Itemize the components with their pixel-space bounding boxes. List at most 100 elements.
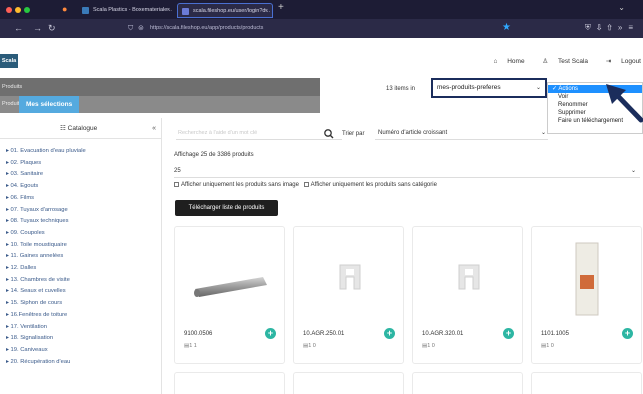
lock-icon: ⊜ [138,25,144,32]
reload-icon[interactable]: ↻ [48,23,56,34]
add-to-list-button[interactable]: + [503,328,514,339]
product-card[interactable]: 10.AGR.320.01 ▤1 0 + [412,226,523,364]
tab-close-icon[interactable]: × [167,3,170,18]
filter-checkboxes: Afficher uniquement les produits sans im… [174,182,437,188]
forward-icon[interactable]: → [33,23,42,33]
site-logo[interactable]: Scala [0,54,18,68]
items-count-label: 13 items in [386,86,416,92]
browser-toolbar: ← → ↻ ⛉ ⊜ https://scala.fileshop.eu/app/… [0,19,643,38]
product-card[interactable] [174,372,285,394]
bookmark-star-icon[interactable]: ★ [502,22,511,33]
product-meta: ▤1 0 [422,343,435,349]
tab-label: scala.fileshop.eu/user/login?d... [193,8,271,14]
maximize-window-button[interactable] [24,7,30,13]
sidebar-item-category[interactable]: 15. Siphon de cours [6,298,86,310]
url-bar[interactable]: ⛉ ⊜ https://scala.fileshop.eu/app/produc… [126,22,541,35]
collapse-sidebar-icon[interactable]: « [152,118,156,139]
sidebar-item-category[interactable]: 14. Seaux et cuvelles [6,286,86,298]
sort-value: Numéro d'article croissant [378,130,448,136]
tab-label: Scala Plastics - Boxemateriale... [93,7,172,13]
toolbar-extensions-icon[interactable]: ⛨⇩⇧»≡ [585,23,639,33]
product-meta: ▤1 0 [541,343,554,349]
sidebar-item-category[interactable]: 19. Caniveaux [6,345,86,357]
product-main: Recherchez à l'aide d'un mot clé Trier p… [168,118,643,394]
product-image-clip [339,264,361,290]
user-link[interactable]: ♙ Test Scala [534,58,588,65]
browser-tab-1[interactable]: Scala Plastics - Boxemateriale... × [78,3,174,18]
sidebar-title: ☷ Catalogue [60,125,98,132]
sidebar-item-category[interactable]: 16.Fenêtres de toiture [6,310,86,322]
logout-icon: ⇥ [605,58,612,65]
sidebar-item-category[interactable]: 10. Toile moustiquaire [6,240,86,252]
add-to-list-button[interactable]: + [384,328,395,339]
sidebar-item-category[interactable]: 07. Tuyaux d'arrosage [6,205,86,217]
product-meta: ▤1 1 [184,343,197,349]
selection-list-select[interactable]: mes-produits-preferes ⌄ [431,78,547,98]
product-image-tube [194,277,267,297]
site-header: Scala ⌂ Home ♙ Test Scala ⇥ Logout [0,38,643,78]
product-card[interactable] [531,372,642,394]
catalogue-sidebar: ☷ Catalogue « 01. Evacuation d'eau pluvi… [0,118,162,394]
firefox-icon: ● [62,4,68,14]
sidebar-item-category[interactable]: 08. Tuyaux techniques [6,216,86,228]
product-sku: 1101.1005 [541,331,569,337]
search-icon[interactable] [320,128,340,140]
sidebar-item-category[interactable]: 13. Chambres de visite [6,275,86,287]
browser-titlebar: ● Scala Plastics - Boxemateriale... × sc… [0,0,643,19]
tab-list-chevron-icon[interactable]: ⌄ [618,3,625,12]
url-text: https://scala.fileshop.eu/app/products/p… [150,25,264,31]
product-sku: 10.AGR.250.01 [303,331,345,337]
product-sku: 10.AGR.320.01 [422,331,464,337]
product-meta: ▤1 0 [303,343,316,349]
product-card[interactable] [293,372,404,394]
add-to-list-button[interactable]: + [622,328,633,339]
product-card[interactable] [412,372,523,394]
tab-mes-selections[interactable]: Mes sélections [19,96,80,113]
no-image-label: Afficher uniquement les produits sans im… [181,182,299,188]
no-image-checkbox[interactable] [174,182,179,187]
pointer-arrow-icon [606,84,643,123]
per-page-select[interactable]: 25 ⌄ [174,164,640,178]
breadcrumb[interactable]: Produits [0,78,320,96]
selected-list-value: mes-produits-preferes [437,84,501,91]
sidebar-item-category[interactable]: 18. Signalisation [6,333,86,345]
browser-tab-2[interactable]: scala.fileshop.eu/user/login?d... × [177,3,273,18]
sidebar-item-category[interactable]: 20. Récupération d'eau [6,357,86,369]
results-count: Affichage 25 de 3386 produits [174,152,254,158]
no-category-label: Afficher uniquement les produits sans ca… [310,182,437,188]
no-category-checkbox[interactable] [303,182,309,187]
new-tab-icon[interactable]: + [278,2,284,13]
category-list: 01. Evacuation d'eau pluviale02. Plaques… [6,146,86,368]
product-card[interactable]: 1101.1005 ▤1 0 + [531,226,642,364]
add-to-list-button[interactable]: + [265,328,276,339]
tab-close-icon[interactable]: × [265,4,268,17]
per-page-value: 25 [174,168,181,174]
logout-link[interactable]: ⇥ Logout [598,58,641,65]
product-card[interactable]: 10.AGR.250.01 ▤1 0 + [293,226,404,364]
search-input[interactable]: Recherchez à l'aide d'un mot clé [176,126,342,140]
home-link[interactable]: ⌂ Home [485,58,524,65]
back-icon[interactable]: ← [14,23,23,33]
sidebar-header: ☷ Catalogue « [0,118,162,139]
sidebar-item-category[interactable]: 11. Gaines annelées [6,251,86,263]
sidebar-item-category[interactable]: 17. Ventilation [6,322,86,334]
user-icon: ♙ [542,58,549,65]
chevron-down-icon: ⌄ [535,85,541,91]
sidebar-item-category[interactable]: 09. Coupoles [6,228,86,240]
chevron-down-icon: ⌄ [630,168,636,174]
sidebar-item-category[interactable]: 03. Sanitaire [6,169,86,181]
home-icon: ⌂ [493,58,498,65]
product-image-roll [575,242,599,316]
close-window-button[interactable] [6,7,12,13]
sidebar-item-category[interactable]: 12. Dalles [6,263,86,275]
product-image-clip [458,264,480,290]
header-links: ⌂ Home ♙ Test Scala ⇥ Logout [477,57,641,65]
sidebar-item-category[interactable]: 04. Egouts [6,181,86,193]
download-list-button[interactable]: Télécharger liste de produits [175,200,278,216]
sidebar-item-category[interactable]: 01. Evacuation d'eau pluviale [6,146,86,158]
product-card[interactable]: 9100.0506 ▤1 1 + [174,226,285,364]
sidebar-item-category[interactable]: 02. Plaques [6,158,86,170]
minimize-window-button[interactable] [15,7,21,13]
sidebar-item-category[interactable]: 06. Films [6,193,86,205]
sort-select[interactable]: Numéro d'article croissant ⌄ [375,126,548,140]
